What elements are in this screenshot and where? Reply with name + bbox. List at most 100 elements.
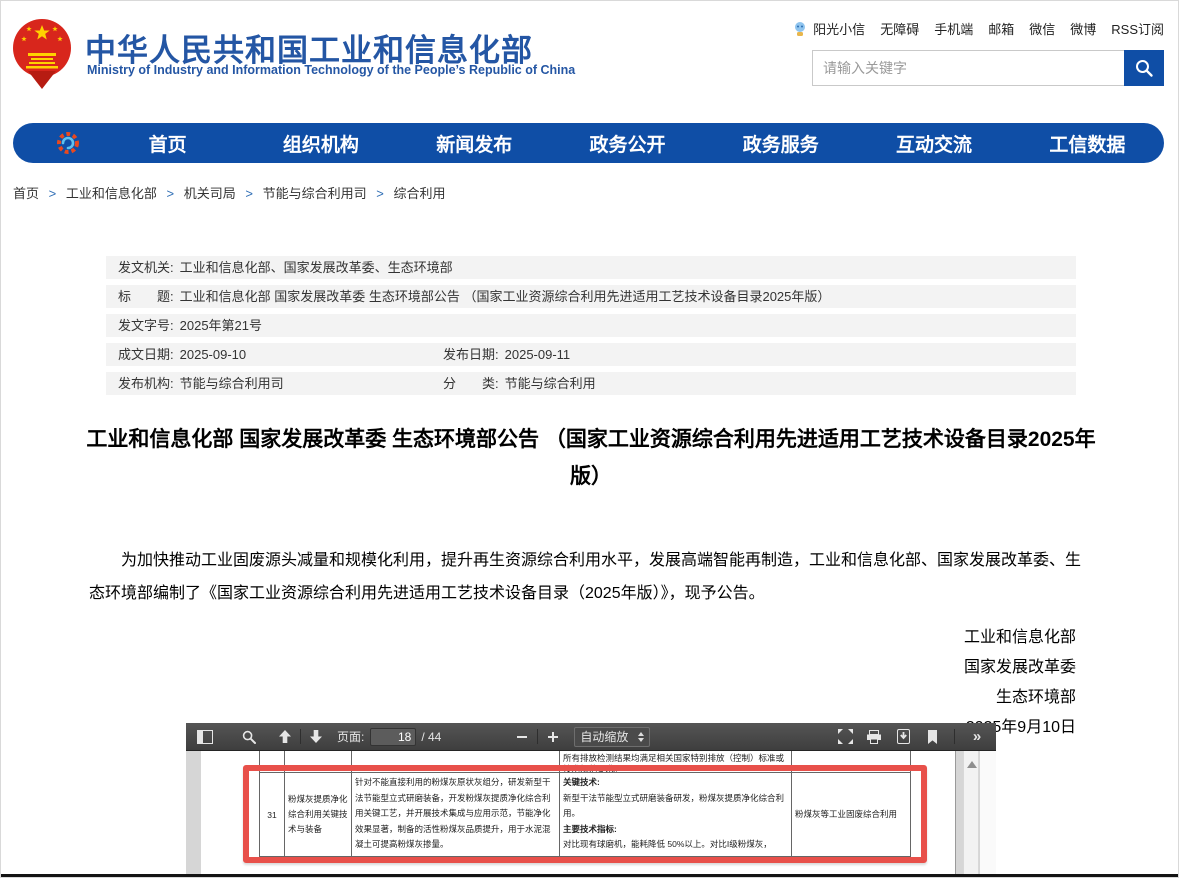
breadcrumb-comprehensive-use[interactable]: 综合利用 xyxy=(393,186,445,201)
table-row-31: 31 粉煤灰提质净化综合利用关键技术与装备 针对不能直接利用的粉煤灰原状灰组分，… xyxy=(259,773,911,857)
meta-row-title: 标 题: 工业和信息化部 国家发展改革委 生态环境部公告 （国家工业资源综合利用… xyxy=(106,285,1076,308)
cell-technology-name: 粉煤灰提质净化综合利用关键技术与装备 xyxy=(284,773,351,857)
indicator-text: 对比现有球磨机，能耗降低 50%以上。对比I级粉煤灰， xyxy=(563,839,772,849)
meta-value: 2025年第21号 xyxy=(180,314,262,337)
plus-icon xyxy=(547,731,559,743)
ministry-title-en: Ministry of Industry and Information Tec… xyxy=(87,63,575,77)
page: 中华人民共和国工业和信息化部 Ministry of Industry and … xyxy=(0,0,1179,878)
nav-item-gov-affairs[interactable]: 政务公开 xyxy=(551,130,704,157)
pdf-page: 所有排放检测结果均满足相关国家特别排放（控制）标准或技术规范要求。 31 粉煤灰… xyxy=(201,751,956,876)
toolbar-divider xyxy=(537,729,538,744)
breadcrumb: 首页 > 工业和信息化部 > 机关司局 > 节能与综合利用司 > 综合利用 xyxy=(13,183,445,202)
page-title: 工业和信息化部 国家发展改革委 生态环境部公告 （国家工业资源综合利用先进适用工… xyxy=(81,421,1101,495)
page-total: / 44 xyxy=(421,730,441,744)
zoom-mode-value: 自动缩放 xyxy=(580,728,628,745)
signature-line: 国家发展改革委 xyxy=(601,653,1076,683)
pdf-search-icon xyxy=(242,730,256,744)
printer-icon xyxy=(866,730,882,744)
indicator-label: 主要技术指标: xyxy=(563,822,788,838)
link-mail[interactable]: 邮箱 xyxy=(988,19,1014,38)
meta-value: 工业和信息化部、国家发展改革委、生态环境部 xyxy=(180,256,453,279)
main-nav: 首页 组织机构 新闻发布 政务公开 政务服务 互动交流 工信数据 xyxy=(13,123,1164,163)
announcement-body: 为加快推动工业固废源头减量和规模化利用，提升再生资源综合利用水平，发展高端智能再… xyxy=(89,544,1093,610)
print-button[interactable] xyxy=(863,726,885,748)
meta-label: 成文日期: xyxy=(118,343,174,366)
previous-page-button[interactable] xyxy=(274,726,296,748)
nav-item-interaction[interactable]: 互动交流 xyxy=(857,130,1010,157)
breadcrumb-departments[interactable]: 机关司局 xyxy=(184,186,236,201)
link-wechat[interactable]: 微信 xyxy=(1029,19,1055,38)
nav-item-news[interactable]: 新闻发布 xyxy=(398,130,551,157)
search-button[interactable] xyxy=(1124,50,1164,86)
meta-label: 标 题: xyxy=(118,285,174,308)
zoom-mode-select[interactable]: 自动缩放 xyxy=(574,727,650,747)
key-tech-label: 关键技术: xyxy=(563,775,788,791)
meta-value: 节能与综合利用 xyxy=(505,372,596,395)
breadcrumb-miit[interactable]: 工业和信息化部 xyxy=(66,186,157,201)
presentation-mode-button[interactable] xyxy=(834,726,856,748)
pdf-catalog-table: 所有排放检测结果均满足相关国家特别排放（控制）标准或技术规范要求。 31 粉煤灰… xyxy=(259,751,911,857)
search-input[interactable] xyxy=(812,50,1124,86)
download-button[interactable] xyxy=(892,726,914,748)
link-rss[interactable]: RSS订阅 xyxy=(1111,19,1164,38)
meta-row-dates: 成文日期: 2025-09-10 发布日期: 2025-09-11 xyxy=(106,343,1076,366)
breadcrumb-home[interactable]: 首页 xyxy=(13,186,39,201)
breadcrumb-separator: > xyxy=(245,186,253,201)
signature-line: 工业和信息化部 xyxy=(601,623,1076,653)
scroll-up-arrow-icon[interactable] xyxy=(967,761,977,768)
breadcrumb-energy-dept[interactable]: 节能与综合利用司 xyxy=(263,186,367,201)
pdf-content-area: 所有排放检测结果均满足相关国家特别排放（控制）标准或技术规范要求。 31 粉煤灰… xyxy=(186,751,996,876)
page-number-input[interactable] xyxy=(370,728,416,746)
meta-value: 节能与综合利用司 xyxy=(180,372,284,395)
national-emblem-logo xyxy=(11,17,73,89)
breadcrumb-separator: > xyxy=(49,186,57,201)
header-quick-links: 阳光小信 无障碍 手机端 邮箱 微信 微博 RSS订阅 xyxy=(793,19,1164,38)
nav-item-home[interactable]: 首页 xyxy=(91,130,244,157)
breadcrumb-separator: > xyxy=(376,186,384,201)
meta-label: 发文机关: xyxy=(118,256,174,279)
nav-item-gov-services[interactable]: 政务服务 xyxy=(704,130,857,157)
select-spinner-icon xyxy=(638,732,644,742)
bottom-edge-bar xyxy=(1,874,1179,878)
pdf-right-margin xyxy=(980,751,996,876)
zoom-in-button[interactable] xyxy=(542,726,564,748)
document-meta-table: 发文机关: 工业和信息化部、国家发展改革委、生态环境部 标 题: 工业和信息化部… xyxy=(106,256,1076,401)
sidebar-toggle-icon xyxy=(197,730,213,744)
link-mobile[interactable]: 手机端 xyxy=(934,19,973,38)
cell-application: 粉煤灰等工业固废综合利用 xyxy=(791,773,911,857)
signature-line: 生态环境部 xyxy=(601,683,1076,713)
down-arrow-icon xyxy=(309,730,323,743)
key-tech-text: 新型干法节能型立式研磨装备研发，粉煤灰提质净化综合利用。 xyxy=(563,793,784,819)
sidebar-toggle-button[interactable] xyxy=(194,726,216,748)
search-bar xyxy=(812,50,1164,86)
meta-value: 工业和信息化部 国家发展改革委 生态环境部公告 （国家工业资源综合利用先进适用工… xyxy=(180,285,831,308)
cell-key-technology: 关键技术: 新型干法节能型立式研磨装备研发，粉煤灰提质净化综合利用。 主要技术指… xyxy=(559,773,791,857)
bookmark-icon xyxy=(927,730,938,744)
link-sunshine-xiaoxin[interactable]: 阳光小信 xyxy=(813,19,865,38)
toolbar-divider xyxy=(300,729,301,744)
nav-item-miit-data[interactable]: 工信数据 xyxy=(1011,130,1164,157)
more-tools-button[interactable]: » xyxy=(966,726,988,748)
partial-row-text: 所有排放检测结果均满足相关国家特别排放（控制）标准或技术规范要求。 xyxy=(563,753,788,773)
meta-label: 发文字号: xyxy=(118,314,174,337)
meta-value: 2025-09-11 xyxy=(505,343,571,366)
zoom-out-button[interactable] xyxy=(511,726,533,748)
bookmark-button[interactable] xyxy=(921,726,943,748)
link-weibo[interactable]: 微博 xyxy=(1070,19,1096,38)
toolbar-divider xyxy=(954,729,955,744)
pdf-scrollbar[interactable] xyxy=(963,751,979,876)
meta-row-doc-number: 发文字号: 2025年第21号 xyxy=(106,314,1076,337)
link-accessibility[interactable]: 无障碍 xyxy=(880,19,919,38)
fullscreen-icon xyxy=(838,729,853,744)
chevron-double-right-icon: » xyxy=(973,729,981,744)
pdf-search-button[interactable] xyxy=(238,726,260,748)
download-icon xyxy=(897,729,910,744)
page-label: 页面: xyxy=(337,728,364,745)
nav-item-organization[interactable]: 组织机构 xyxy=(244,130,397,157)
mascot-icon xyxy=(793,21,807,36)
breadcrumb-separator: > xyxy=(167,186,175,201)
meta-row-publisher: 发布机构: 节能与综合利用司 分 类: 节能与综合利用 xyxy=(106,372,1076,395)
meta-label: 分 类: xyxy=(443,372,499,395)
search-icon xyxy=(1134,58,1154,78)
next-page-button[interactable] xyxy=(305,726,327,748)
